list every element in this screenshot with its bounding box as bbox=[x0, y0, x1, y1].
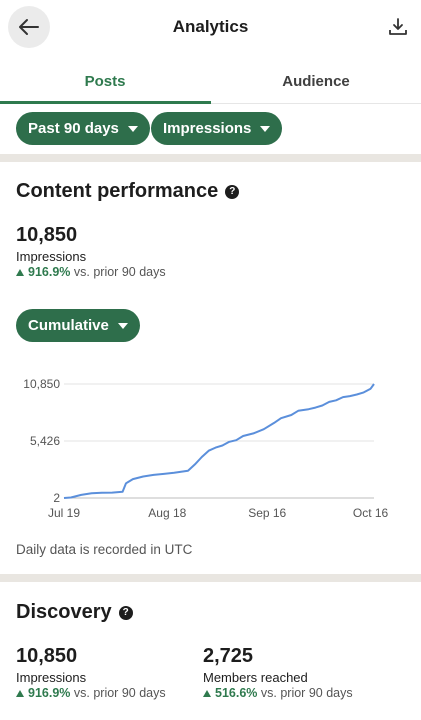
x-tick-label: Sep 16 bbox=[248, 506, 286, 520]
impressions-delta: 916.9% vs. prior 90 days bbox=[16, 265, 166, 279]
cumulative-dropdown[interactable]: Cumulative bbox=[16, 309, 140, 342]
impressions-value: 10,850 bbox=[16, 224, 78, 246]
delta-text: vs. prior 90 days bbox=[260, 686, 353, 700]
tab-audience[interactable]: Audience bbox=[211, 58, 421, 104]
page-title: Analytics bbox=[172, 17, 249, 36]
utc-note: Daily data is recorded in UTC bbox=[16, 542, 193, 557]
content-performance-heading: Content performance ? bbox=[16, 180, 240, 203]
discovery-heading: Discovery ? bbox=[16, 601, 133, 624]
section-divider bbox=[0, 154, 421, 162]
members-reached-value: 2,725 bbox=[203, 645, 254, 667]
section-divider bbox=[0, 574, 421, 582]
content-performance-title: Content performance bbox=[16, 180, 219, 202]
date-range-label: Past 90 days bbox=[28, 120, 119, 137]
caret-down-icon bbox=[260, 125, 271, 132]
members-reached-delta: 516.6% vs. prior 90 days bbox=[203, 686, 353, 700]
x-tick-label: Jul 19 bbox=[48, 506, 80, 520]
impressions-label: Impressions bbox=[16, 249, 87, 264]
caret-down-icon bbox=[117, 322, 128, 329]
top-bar: Analytics bbox=[0, 0, 421, 56]
discovery-title: Discovery bbox=[16, 601, 112, 623]
delta-percent: 916.9% bbox=[28, 265, 71, 279]
impressions-chart: 10,850 5,426 2Jul 19 Aug 18 Sep 16 Oct 16 bbox=[23, 377, 389, 520]
y-tick-label: 2 bbox=[53, 491, 60, 505]
discovery-impressions-value: 10,850 bbox=[16, 645, 78, 667]
trend-up-icon bbox=[203, 690, 211, 697]
y-tick-label: 5,426 bbox=[30, 434, 60, 448]
download-button[interactable] bbox=[385, 14, 411, 40]
download-icon bbox=[389, 18, 407, 35]
delta-percent: 916.9% bbox=[28, 686, 71, 700]
tab-posts[interactable]: Posts bbox=[0, 58, 210, 104]
help-icon[interactable]: ? bbox=[118, 605, 133, 620]
delta-text: vs. prior 90 days bbox=[73, 686, 166, 700]
delta-percent: 516.6% bbox=[215, 686, 258, 700]
discovery-impressions-delta: 916.9% vs. prior 90 days bbox=[16, 686, 166, 700]
members-reached-label: Members reached bbox=[203, 670, 308, 685]
filter-bar: Past 90 days Impressions bbox=[0, 104, 421, 154]
cumulative-label: Cumulative bbox=[28, 317, 109, 334]
metric-label: Impressions bbox=[163, 120, 252, 137]
help-icon[interactable]: ? bbox=[225, 184, 240, 199]
date-range-dropdown[interactable]: Past 90 days bbox=[16, 112, 150, 145]
tab-bar: Posts Audience bbox=[0, 58, 421, 104]
y-tick-label: 10,850 bbox=[23, 377, 60, 391]
caret-down-icon bbox=[127, 125, 138, 132]
trend-up-icon bbox=[16, 269, 24, 276]
x-tick-label: Aug 18 bbox=[148, 506, 186, 520]
x-tick-label: Oct 16 bbox=[353, 506, 389, 520]
delta-text: vs. prior 90 days bbox=[73, 265, 166, 279]
metric-dropdown[interactable]: Impressions bbox=[151, 112, 283, 145]
trend-up-icon bbox=[16, 690, 24, 697]
discovery-impressions-label: Impressions bbox=[16, 670, 87, 685]
